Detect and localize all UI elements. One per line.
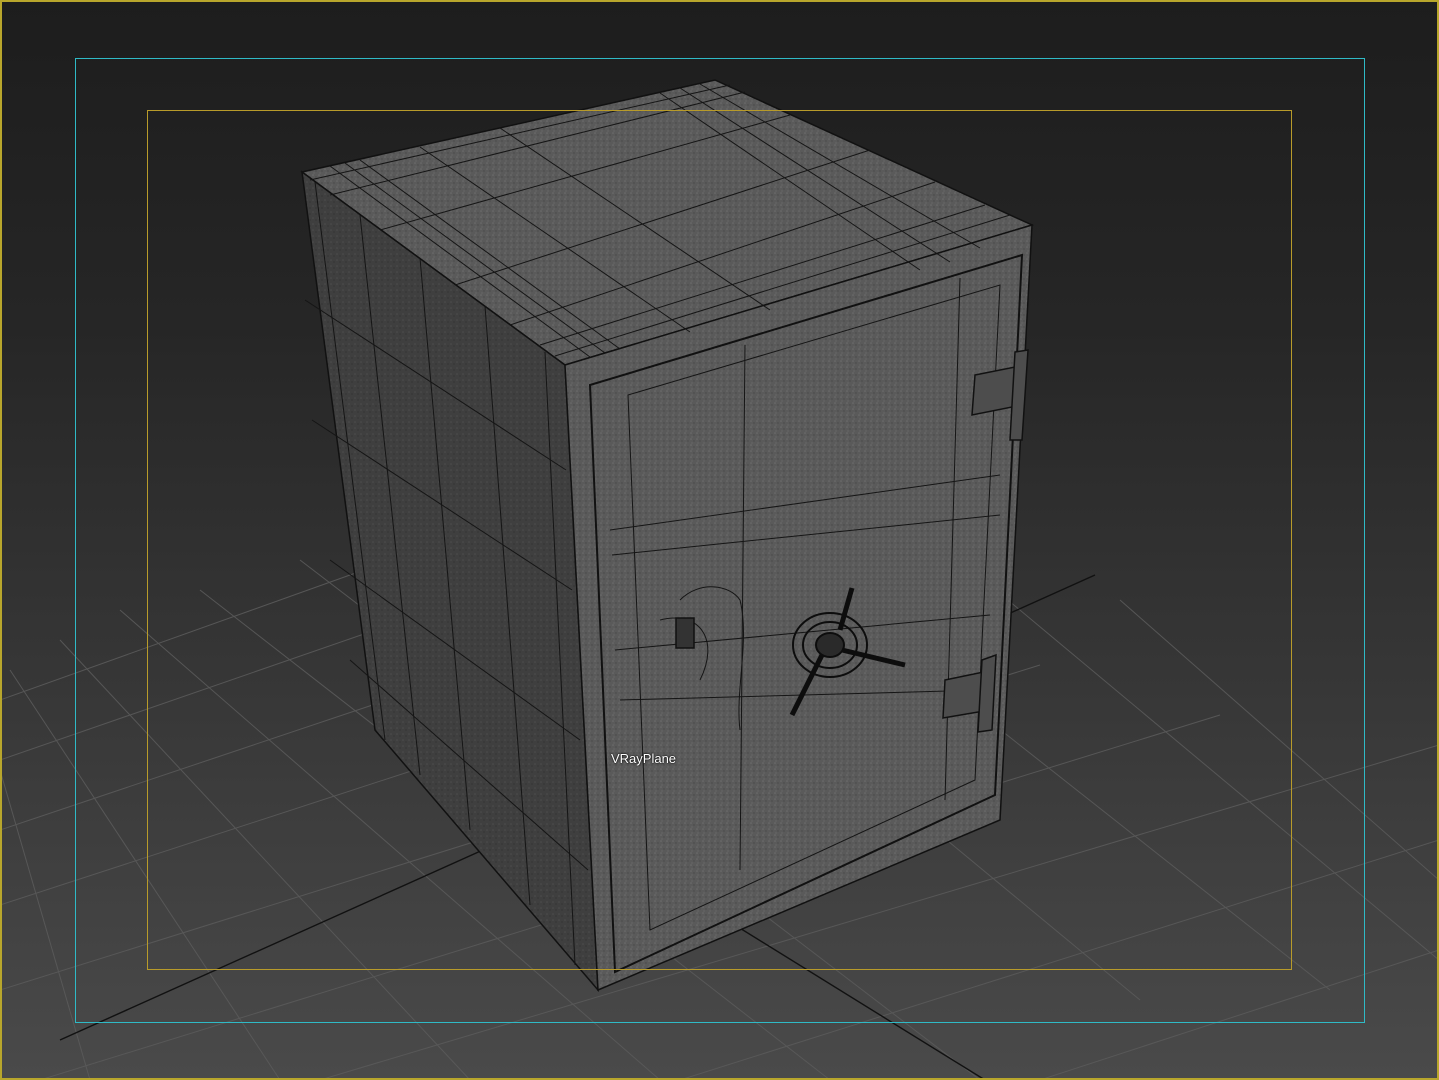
- safe-model[interactable]: [300, 79, 1035, 993]
- object-name-label: VRayPlane: [611, 751, 677, 766]
- viewport-scene[interactable]: [0, 0, 1439, 1080]
- keyhole: [675, 617, 695, 649]
- perspective-viewport[interactable]: VRayPlane: [0, 0, 1439, 1080]
